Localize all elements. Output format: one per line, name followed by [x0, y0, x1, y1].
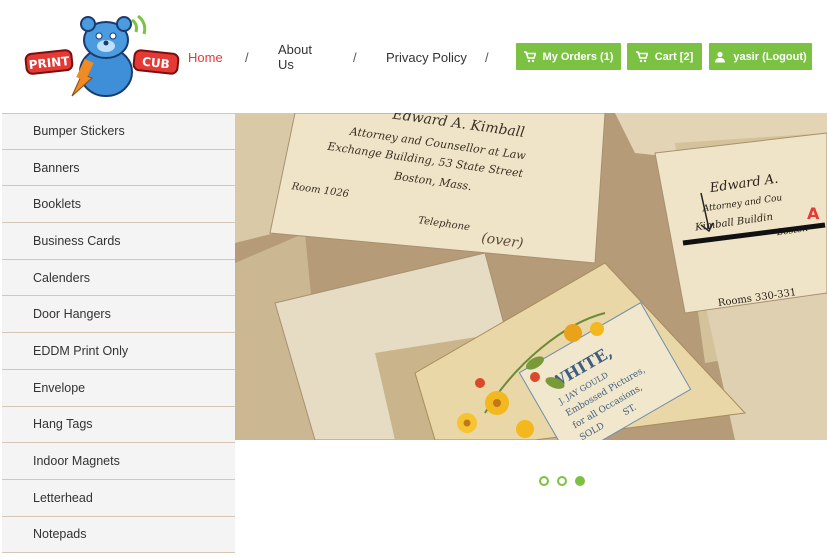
user-logout-label: yasir (Logout) — [733, 50, 807, 63]
category-hang-tags[interactable]: Hang Tags — [2, 406, 235, 444]
category-bumper-stickers[interactable]: Bumper Stickers — [2, 113, 235, 150]
user-icon — [715, 51, 726, 62]
slider-dot-1[interactable] — [539, 476, 549, 486]
print-cub-logo[interactable]: PRINT CUB — [24, 12, 180, 100]
site-header: PRINT CUB Home / About Us / Privacy Poli… — [0, 0, 827, 112]
svg-text:CUB: CUB — [141, 55, 170, 72]
category-banners[interactable]: Banners — [2, 149, 235, 187]
cart-label: Cart [2] — [654, 50, 694, 63]
my-orders-button[interactable]: My Orders (1) — [516, 43, 621, 70]
category-indoor-magnets[interactable]: Indoor Magnets — [2, 443, 235, 480]
category-calenders[interactable]: Calenders — [2, 259, 235, 297]
nav-home-link[interactable]: Home — [188, 50, 223, 65]
category-sidebar: Bumper Stickers Banners Booklets Busines… — [2, 113, 235, 554]
my-orders-label: My Orders (1) — [542, 50, 614, 63]
nav-about-link[interactable]: About Us — [278, 42, 312, 72]
slider-image-vintage-cards: Edward A. Kimball Attorney and Counsello… — [235, 113, 827, 440]
slider-dot-3-active[interactable] — [575, 476, 585, 486]
slider-pagination — [539, 476, 585, 486]
cart-button[interactable]: Cart [2] — [627, 43, 702, 70]
nav-separator: / — [485, 49, 489, 65]
category-door-hangers[interactable]: Door Hangers — [2, 296, 235, 334]
logout-button[interactable]: yasir (Logout) — [709, 43, 812, 70]
category-envelope[interactable]: Envelope — [2, 369, 235, 407]
hero-slider[interactable]: Edward A. Kimball Attorney and Counsello… — [235, 113, 827, 440]
category-notepads[interactable]: Notepads — [2, 516, 235, 554]
nav-separator: / — [353, 49, 357, 65]
category-business-cards[interactable]: Business Cards — [2, 223, 235, 260]
category-letterhead[interactable]: Letterhead — [2, 479, 235, 517]
cart-icon — [635, 50, 648, 62]
category-eddm-print-only[interactable]: EDDM Print Only — [2, 333, 235, 370]
cart-icon — [523, 50, 536, 62]
nav-separator: / — [245, 49, 249, 65]
category-booklets[interactable]: Booklets — [2, 186, 235, 224]
slider-dot-2[interactable] — [557, 476, 567, 486]
svg-text:A: A — [807, 204, 820, 223]
nav-privacy-link[interactable]: Privacy Policy — [386, 50, 486, 65]
